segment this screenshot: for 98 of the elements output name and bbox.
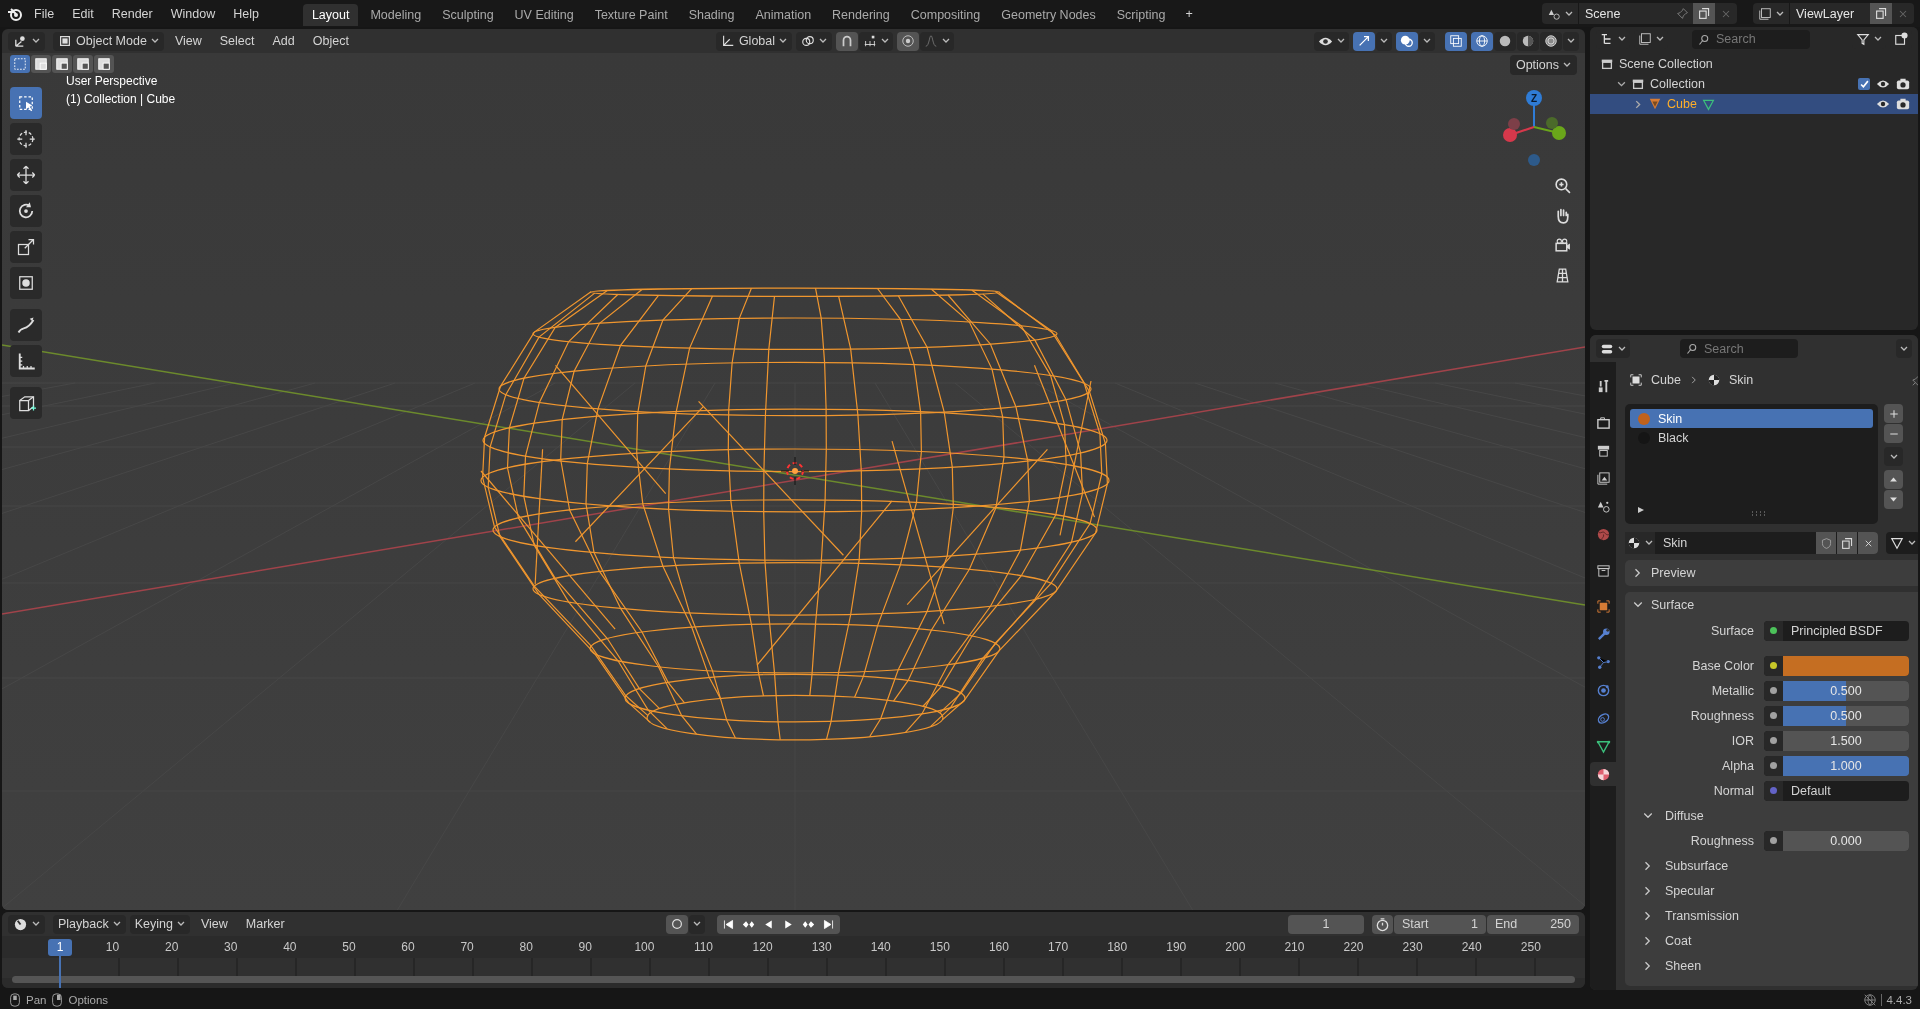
field-label: Roughness <box>1689 833 1755 848</box>
frame-tick-label: 130 <box>810 940 833 954</box>
menu-item[interactable]: Select <box>212 34 262 48</box>
workspace-tab[interactable]: Rendering <box>823 4 899 26</box>
value-slider[interactable]: 0.500 <box>1783 705 1909 726</box>
frame-tick-label: 50 <box>341 940 357 954</box>
field-label: Normal <box>1712 783 1755 798</box>
field-label: Metallic <box>1710 683 1755 698</box>
outliner-row[interactable]: Scene Collection <box>1590 54 1918 74</box>
menu-item[interactable]: Add <box>265 34 302 48</box>
frame-tick-label: 180 <box>1106 940 1129 954</box>
version-label: 4.4.3 <box>1881 993 1912 1006</box>
outliner-row[interactable]: Collection <box>1590 74 1918 94</box>
menu-item[interactable]: View <box>193 917 235 931</box>
value-slider[interactable]: 0.500 <box>1783 680 1909 701</box>
material-slot[interactable]: Black <box>1630 428 1873 447</box>
frame-tick-label: 210 <box>1283 940 1306 954</box>
frame-tick-label: 190 <box>1165 940 1188 954</box>
search-field[interactable]: Search <box>1692 29 1810 49</box>
workspace-tab[interactable]: UV Editing <box>505 4 583 26</box>
frame-tick-label: 100 <box>633 940 656 954</box>
status-hint: Pan <box>26 993 47 1006</box>
panel-header[interactable]: Surface <box>1625 592 1918 618</box>
breadcrumb-item: Cube <box>1651 373 1681 387</box>
frame-tick-label: 110 <box>692 940 715 954</box>
subpanel-header[interactable]: Transmission <box>1625 903 1739 928</box>
frame-tick-label: 220 <box>1342 940 1365 954</box>
number-field[interactable]: 0.000 <box>1783 830 1909 851</box>
status-hint: Options <box>68 993 109 1006</box>
menu-item[interactable]: File <box>26 3 63 24</box>
frame-tick-label: 90 <box>577 940 593 954</box>
workspace-tab[interactable]: Texture Paint <box>585 4 677 26</box>
frame-tick-label: 10 <box>104 940 121 954</box>
frame-tick-label: 160 <box>987 940 1010 954</box>
menu-dropdown[interactable]: Playback <box>53 914 126 934</box>
frame-tick-label: 40 <box>282 940 298 954</box>
search-field[interactable]: Search <box>1680 339 1798 358</box>
outliner-item-label: Collection <box>1650 77 1705 91</box>
subpanel-header[interactable]: Subsurface <box>1625 853 1729 878</box>
menu-item[interactable]: View <box>167 34 209 48</box>
workspace-tab[interactable]: Scripting <box>1107 4 1175 26</box>
outliner-item-label: Scene Collection <box>1619 57 1713 71</box>
frame-tick-label: 80 <box>518 940 534 954</box>
outliner-item-label: Cube <box>1667 97 1697 111</box>
gizmo-axis-label: Z <box>1530 93 1538 104</box>
mode-dropdown[interactable]: Object Mode <box>53 31 164 51</box>
workspace-tab[interactable]: Animation <box>746 4 821 26</box>
subpanel-header[interactable]: Coat <box>1625 928 1692 953</box>
current-frame-field[interactable]: 1 <box>1288 914 1364 934</box>
number-field[interactable]: 1.500 <box>1783 730 1909 751</box>
frame-tick-label: 230 <box>1401 940 1424 954</box>
panel-header[interactable]: Preview <box>1625 560 1918 586</box>
frame-tick-label: 240 <box>1460 940 1483 954</box>
material-slot[interactable]: Skin <box>1630 409 1873 428</box>
workspace-tab[interactable]: Compositing <box>901 4 990 26</box>
field-label: Roughness <box>1689 708 1755 723</box>
frame-tick-label: 150 <box>928 940 951 954</box>
workspace-tab[interactable]: Modeling <box>361 4 431 26</box>
menu-item[interactable]: Edit <box>64 3 102 24</box>
workspace-tab[interactable]: Layout <box>302 4 359 26</box>
menu-item[interactable]: Help <box>225 3 267 24</box>
subpanel-header[interactable]: Specular <box>1625 878 1715 903</box>
workspace-tab[interactable]: Sculpting <box>433 4 503 26</box>
frame-tick-label: 120 <box>751 940 774 954</box>
frame-tick-label: 140 <box>869 940 892 954</box>
field-label: IOR <box>1730 733 1755 748</box>
workspace-tab[interactable]: Geometry Nodes <box>992 4 1105 26</box>
breadcrumb-item: Skin <box>1728 373 1754 387</box>
field-label: Alpha <box>1721 758 1755 773</box>
outliner-row[interactable]: Cube <box>1590 94 1918 114</box>
menu-item[interactable]: Object <box>305 34 356 48</box>
frame-tick-label: 70 <box>459 940 475 954</box>
value-slider[interactable]: 1.000 <box>1783 755 1909 776</box>
viewport-info-text: User Perspective <box>66 73 159 90</box>
add-workspace-button[interactable]: + <box>1177 3 1201 24</box>
orientation-dropdown[interactable]: Global <box>715 31 792 51</box>
frame-tick-label: 200 <box>1224 940 1247 954</box>
workspace-tab[interactable]: Shading <box>679 4 744 26</box>
field-label: Base Color <box>1691 658 1755 673</box>
frame-tick-label: 170 <box>1047 940 1070 954</box>
frame-tick-label: 60 <box>400 940 416 954</box>
menu-dropdown[interactable]: Keying <box>129 914 190 934</box>
subpanel-header[interactable]: Diffuse <box>1625 803 1704 828</box>
frame-tick-label: 30 <box>223 940 239 954</box>
frame-tick-label: 250 <box>1519 940 1542 954</box>
menu-item[interactable]: Render <box>103 3 161 24</box>
end-frame-field[interactable]: End 250 <box>1487 914 1579 934</box>
options-dropdown[interactable]: Options <box>1509 55 1577 75</box>
subpanel-header[interactable]: Sheen <box>1625 953 1702 978</box>
start-frame-field[interactable]: Start 1 <box>1394 914 1486 934</box>
playhead-frame[interactable]: 1 <box>48 939 72 956</box>
viewport-info-text: (1) Collection | Cube <box>66 91 176 108</box>
frame-tick-label: 20 <box>163 940 180 954</box>
field-value: Default <box>1790 783 1832 798</box>
menu-item[interactable]: Marker <box>238 917 292 931</box>
menu-item[interactable]: Window <box>162 3 224 24</box>
field-label: Surface <box>1709 623 1755 638</box>
field-value: Principled BSDF <box>1790 623 1884 638</box>
